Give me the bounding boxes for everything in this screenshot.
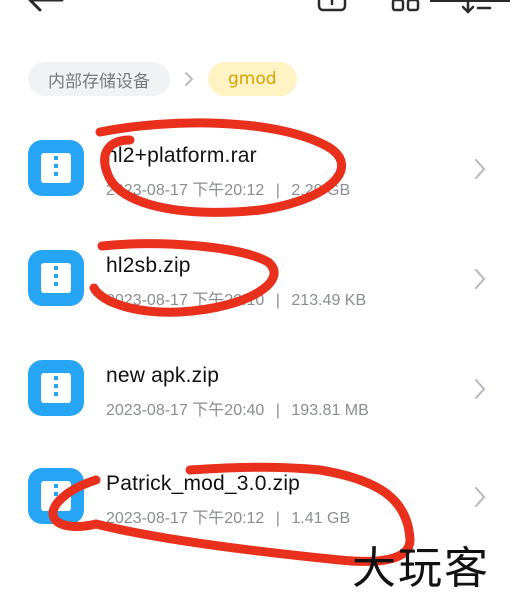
file-date: 2023-08-17 下午20:12 xyxy=(106,510,265,527)
file-date: 2023-08-17 下午20:40 xyxy=(106,402,265,419)
file-date: 2023-08-17 下午20:12 xyxy=(106,182,265,199)
breadcrumb-root-label: 内部存储设备 xyxy=(48,71,150,92)
file-meta: 2023-08-17 下午20:10 | 213.49 KB xyxy=(106,286,366,310)
meta-separator: | xyxy=(275,510,280,527)
list-item[interactable]: hl2+platform.rar 2023-08-17 下午20:12 | 2.… xyxy=(0,114,520,224)
chevron-right-icon xyxy=(475,379,486,399)
watermark: 大玩客 xyxy=(352,543,490,594)
file-name: hl2+platform.rar xyxy=(106,144,257,167)
breadcrumb-current[interactable]: gmod xyxy=(208,62,297,96)
archive-file-icon xyxy=(28,140,84,196)
list-item[interactable]: hl2sb.zip 2023-08-17 下午20:10 | 213.49 KB xyxy=(0,224,520,334)
file-meta: 2023-08-17 下午20:12 | 2.20 GB xyxy=(106,176,350,200)
meta-separator: | xyxy=(275,182,280,199)
breadcrumb-separator xyxy=(170,62,208,96)
chevron-right-icon xyxy=(475,159,486,179)
back-arrow-icon[interactable] xyxy=(26,0,66,20)
file-name: new apk.zip xyxy=(106,364,220,387)
file-name: Patrick_mod_3.0.zip xyxy=(106,472,301,495)
file-meta: 2023-08-17 下午20:12 | 1.41 GB xyxy=(106,504,350,528)
chevron-right-icon xyxy=(185,72,194,86)
list-item[interactable]: new apk.zip 2023-08-17 下午20:40 | 193.81 … xyxy=(0,334,520,444)
file-size: 2.20 GB xyxy=(291,182,351,199)
meta-separator: | xyxy=(275,402,280,419)
grid-view-icon[interactable] xyxy=(390,0,422,20)
file-meta: 2023-08-17 下午20:40 | 193.81 MB xyxy=(106,396,369,420)
new-folder-icon[interactable] xyxy=(316,0,348,20)
archive-file-icon xyxy=(28,250,84,306)
file-date: 2023-08-17 下午20:10 xyxy=(106,292,265,309)
breadcrumb: 内部存储设备 gmod xyxy=(28,62,297,96)
breadcrumb-current-label: gmod xyxy=(228,69,277,89)
meta-separator: | xyxy=(275,292,280,309)
file-size: 213.49 KB xyxy=(291,292,367,309)
file-name: hl2sb.zip xyxy=(106,254,191,277)
sort-icon[interactable] xyxy=(460,0,496,20)
file-size: 1.41 GB xyxy=(291,510,351,527)
breadcrumb-root[interactable]: 内部存储设备 xyxy=(28,62,170,96)
top-toolbar xyxy=(0,0,520,40)
file-size: 193.81 MB xyxy=(291,402,369,419)
chevron-right-icon xyxy=(475,269,486,289)
chevron-right-icon xyxy=(475,487,486,507)
archive-file-icon xyxy=(28,468,84,524)
archive-file-icon xyxy=(28,360,84,416)
